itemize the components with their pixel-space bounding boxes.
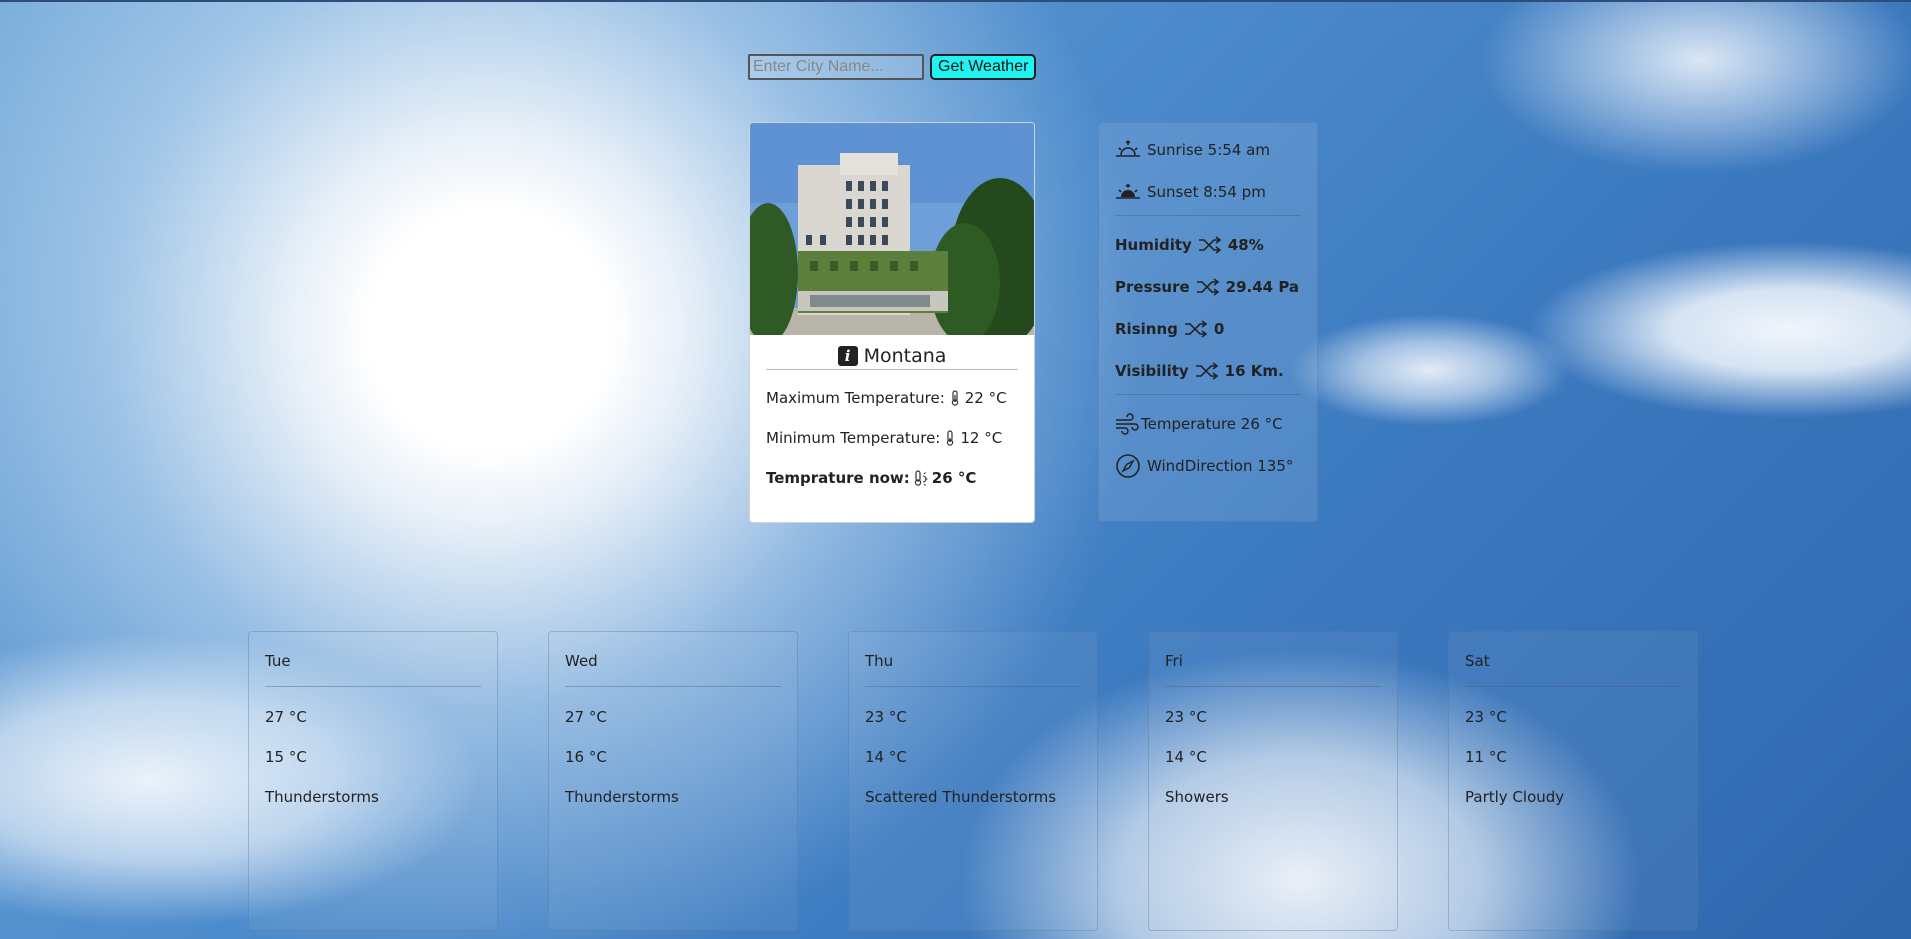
weather-details-panel: Sunrise 5:54 am Sunset 8:54 pm Humidity … [1098,122,1318,522]
visibility-label: Visibility [1115,362,1189,380]
forecast-low: 15 °C [265,748,307,766]
forecast-day: Sat [1465,652,1681,687]
city-search-input[interactable] [748,54,924,80]
max-temperature-row: Maximum Temperature: 22 °C [766,386,1018,410]
sunrise-icon [1116,140,1140,157]
forecast-day: Thu [865,652,1081,687]
city-weather-card: i Montana Maximum Temperature: 22 °C Min… [749,122,1035,523]
shuffle-icon [1195,362,1219,380]
sunset-icon [1116,184,1140,199]
forecast-card-fri: Fri 23 °C 14 °C Showers [1148,631,1398,931]
shuffle-icon [1196,278,1220,296]
pressure-value: 29.44 Pa [1225,278,1300,296]
min-temperature-row: Minimum Temperature: 12 °C [766,426,1018,450]
rising-label: Risinng [1115,320,1178,338]
get-weather-button[interactable]: Get Weather [930,54,1037,80]
humidity-row: Humidity 48% [1115,232,1301,258]
pressure-label: Pressure [1115,278,1190,296]
sunrise-text: Sunrise 5:54 am [1147,141,1270,159]
city-photo [750,123,1034,335]
divider [1115,215,1301,216]
top-border [0,0,1911,2]
forecast-day: Tue [265,652,481,687]
thermometer-sun-icon [914,470,928,486]
forecast-day: Wed [565,652,781,687]
thermometer-icon [951,390,958,406]
current-temperature-value: 26 °C [931,469,977,487]
min-temperature-label: Minimum Temperature: [766,429,941,447]
shuffle-icon [1184,320,1208,338]
sunset-text: Sunset 8:54 pm [1147,183,1266,201]
forecast-high: 27 °C [565,708,607,726]
wind-direction-text: WindDirection 135° [1147,457,1294,475]
wind-temperature-row: Temperature 26 °C [1115,411,1301,437]
visibility-value: 16 Km. [1224,362,1284,380]
search-bar: Get Weather [748,54,1037,80]
forecast-condition: Scattered Thunderstorms [865,788,1057,806]
pressure-row: Pressure 29.44 Pa [1115,274,1301,300]
max-temperature-label: Maximum Temperature: [766,389,945,407]
sunrise-row: Sunrise 5:54 am [1115,137,1301,163]
compass-icon [1116,454,1140,478]
humidity-label: Humidity [1115,236,1192,254]
forecast-high: 23 °C [865,708,907,726]
current-temperature-row: Temprature now: 26 °C [766,466,1018,490]
forecast-day: Fri [1165,652,1381,687]
city-name: Montana [863,345,947,367]
divider [1115,394,1301,395]
forecast-card-sat: Sat 23 °C 11 °C Partly Cloudy [1448,631,1698,931]
forecast-low: 14 °C [865,748,907,766]
forecast-low: 16 °C [565,748,607,766]
forecast-condition: Partly Cloudy [1465,788,1565,806]
thermometer-icon [947,430,954,446]
current-temperature-label: Temprature now: [766,469,910,487]
rising-row: Risinng 0 [1115,316,1301,342]
forecast-high: 23 °C [1465,708,1507,726]
forecast-condition: Showers [1165,788,1229,806]
forecast-card-tue: Tue 27 °C 15 °C Thunderstorms [248,631,498,931]
city-title: i Montana [766,345,1018,370]
sunset-row: Sunset 8:54 pm [1115,179,1301,205]
wind-direction-row: WindDirection 135° [1115,453,1301,479]
forecast-high: 23 °C [1165,708,1207,726]
min-temperature-value: 12 °C [960,429,1003,447]
wind-icon [1116,413,1139,435]
forecast-condition: Thunderstorms [265,788,379,806]
wind-temperature-text: Temperature 26 °C [1141,415,1283,433]
forecast-high: 27 °C [265,708,307,726]
max-temperature-value: 22 °C [964,389,1007,407]
forecast-card-thu: Thu 23 °C 14 °C Scattered Thunderstorms [848,631,1098,931]
forecast-card-wed: Wed 27 °C 16 °C Thunderstorms [548,631,798,931]
visibility-row: Visibility 16 Km. [1115,358,1301,384]
humidity-value: 48% [1227,236,1264,254]
forecast-condition: Thunderstorms [565,788,679,806]
forecast-low: 14 °C [1165,748,1207,766]
shuffle-icon [1198,236,1222,254]
info-icon[interactable]: i [837,346,858,366]
rising-value: 0 [1213,320,1225,338]
forecast-low: 11 °C [1465,748,1507,766]
